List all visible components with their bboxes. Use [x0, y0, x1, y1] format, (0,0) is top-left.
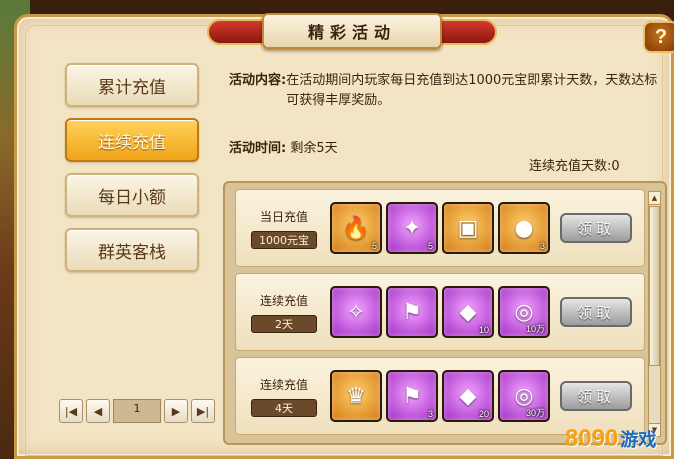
condition-value: 4天 — [251, 398, 317, 417]
title-banner: 精彩活动 — [207, 13, 497, 53]
condition-value: 2天 — [251, 314, 317, 333]
reward-row: 当日充值 1000元宝 🔥 5 ✦ 5 ▣ ● 3 领取 — [235, 189, 645, 267]
fire-gem-icon[interactable]: 🔥 5 — [330, 202, 382, 254]
site-watermark: 8090 游戏 — [565, 425, 656, 453]
reward-condition: 连续充值 4天 — [242, 376, 326, 417]
cape-icon[interactable]: ◆ 20 — [442, 370, 494, 422]
claim-button[interactable]: 领取 — [560, 213, 632, 243]
tab-continuous-recharge[interactable]: 连续充值 — [65, 118, 199, 162]
prev-page-button[interactable]: ◀ — [86, 399, 110, 423]
item-quantity: 3 — [539, 241, 545, 251]
next-page-button[interactable]: ▶ — [164, 399, 188, 423]
reward-condition: 当日充值 1000元宝 — [242, 208, 326, 249]
reward-row: 连续充值 2天 ✧ ⚑ ◆ 10 ◎ 10万 领取 — [235, 273, 645, 351]
rewards-list: 当日充值 1000元宝 🔥 5 ✦ 5 ▣ ● 3 领取 连续充值 2天 ✧ ⚑ ◆ 1… — [223, 181, 667, 445]
scroll-up-button[interactable]: ▲ — [649, 192, 660, 205]
reward-items: ✧ ⚑ ◆ 10 ◎ 10万 — [330, 286, 550, 338]
golden-helmet-icon[interactable]: ♛ — [330, 370, 382, 422]
activity-time: 活动时间: 剩余5天 — [229, 137, 338, 156]
item-quantity: 5 — [427, 241, 433, 251]
window-title: 精彩活动 — [307, 23, 396, 42]
scroll-orb-icon[interactable]: ✦ 5 — [386, 202, 438, 254]
item-quantity: 30万 — [525, 408, 545, 418]
watermark-number: 8090 — [565, 425, 619, 452]
help-button[interactable]: ? — [643, 21, 674, 53]
claim-button[interactable]: 领取 — [560, 297, 632, 327]
item-quantity: 20 — [478, 409, 489, 419]
title-plate: 精彩活动 — [262, 13, 442, 49]
pouch-icon[interactable]: ● 3 — [498, 202, 550, 254]
reward-items: 🔥 5 ✦ 5 ▣ ● 3 — [330, 202, 550, 254]
reward-row: 连续充值 4天 ♛ ⚑ 3 ◆ 20 ◎ 30万 领取 — [235, 357, 645, 435]
last-page-button[interactable]: ▶| — [191, 399, 215, 423]
first-page-button[interactable]: |◀ — [59, 399, 83, 423]
activity-info: 活动内容: 在活动期间内玩家每日充值到达1000元宝即累计天数，天数达标可获得丰… — [229, 71, 659, 111]
category-tabs: 累计充值 连续充值 每日小额 群英客栈 — [65, 63, 199, 283]
content-text: 在活动期间内玩家每日充值到达1000元宝即累计天数，天数达标可获得丰厚奖励。 — [286, 73, 658, 108]
tab-daily-small[interactable]: 每日小额 — [65, 173, 199, 217]
content-label: 活动内容: — [229, 73, 287, 88]
item-quantity: 3 — [427, 409, 433, 419]
tab-cumulative-recharge[interactable]: 累计充值 — [65, 63, 199, 107]
recharge-days-count: 连续充值天数:0 — [529, 159, 620, 174]
tab-hero-inn[interactable]: 群英客栈 — [65, 228, 199, 272]
gold-ring-icon[interactable]: ◎ 10万 — [498, 286, 550, 338]
watermark-text: 游戏 — [620, 430, 657, 451]
condition-label: 连续充值 — [259, 377, 308, 392]
condition-value: 1000元宝 — [251, 230, 317, 249]
reward-items: ♛ ⚑ 3 ◆ 20 ◎ 30万 — [330, 370, 550, 422]
time-text: 剩余5天 — [290, 141, 338, 156]
item-quantity: 10 — [478, 325, 489, 335]
page-number: 1 — [113, 399, 161, 423]
treasure-chest-icon[interactable]: ▣ — [442, 202, 494, 254]
activity-window: 精彩活动 ? 累计充值 连续充值 每日小额 群英客栈 |◀ ◀ 1 ▶ ▶| 活… — [14, 13, 674, 459]
time-label: 活动时间: — [229, 141, 287, 156]
claim-button[interactable]: 领取 — [560, 381, 632, 411]
activity-content: 活动内容: 在活动期间内玩家每日充值到达1000元宝即累计天数，天数达标可获得丰… — [229, 71, 659, 111]
flag-icon[interactable]: ⚑ — [386, 286, 438, 338]
condition-label: 连续充值 — [259, 293, 308, 308]
rewards-scrollbar[interactable]: ▲ ▼ — [648, 191, 661, 437]
cape-icon[interactable]: ◆ 10 — [442, 286, 494, 338]
rune-card-icon[interactable]: ✧ — [330, 286, 382, 338]
item-quantity: 5 — [371, 241, 377, 251]
pagination: |◀ ◀ 1 ▶ ▶| — [59, 399, 215, 423]
gold-ring-icon[interactable]: ◎ 30万 — [498, 370, 550, 422]
flag-icon[interactable]: ⚑ 3 — [386, 370, 438, 422]
reward-condition: 连续充值 2天 — [242, 292, 326, 333]
condition-label: 当日充值 — [259, 209, 308, 224]
scroll-thumb[interactable] — [649, 206, 660, 366]
item-quantity: 10万 — [525, 324, 545, 334]
